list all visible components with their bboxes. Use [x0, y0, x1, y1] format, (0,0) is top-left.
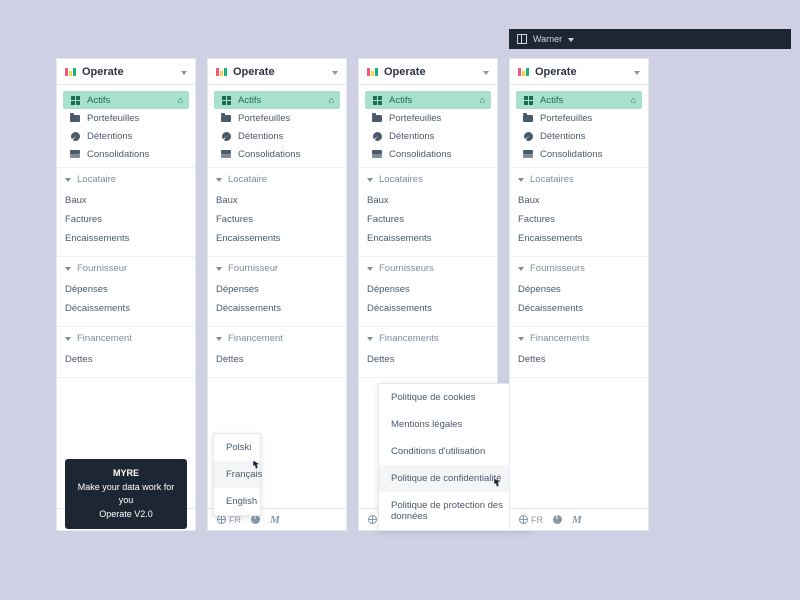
panel-footer: FR M: [510, 508, 648, 530]
row-encaissements[interactable]: Encaissements: [65, 229, 187, 248]
nav-label: Détentions: [87, 131, 132, 142]
section-header[interactable]: Fournisseur: [65, 263, 187, 274]
section-financement: Financement Dettes: [57, 327, 195, 378]
legal-option[interactable]: Conditions d'utilisation: [379, 438, 529, 465]
nav-item-detentions[interactable]: Détentions: [214, 127, 340, 145]
panel-header[interactable]: Operate: [57, 59, 195, 85]
workspace-name[interactable]: Warner: [533, 34, 562, 44]
chevron-down-icon[interactable]: [568, 34, 574, 44]
legal-option[interactable]: Mentions légales: [379, 411, 529, 438]
app-logo-icon: [65, 68, 76, 76]
nav-item-portefeuilles[interactable]: Portefeuilles: [63, 109, 189, 127]
chevron-down-icon[interactable]: [332, 66, 338, 78]
tooltip-line: Make your data work for you: [75, 481, 177, 508]
sidebar-panel-4: Operate Actifs⌂ Portefeuilles Détentions…: [509, 58, 649, 531]
chevron-down-icon: [65, 334, 71, 343]
brand-mark[interactable]: M: [569, 512, 585, 528]
brand-tooltip: MYRE Make your data work for you Operate…: [65, 459, 187, 529]
section-header[interactable]: Locataire: [65, 174, 187, 185]
nav-item-consolidations[interactable]: Consolidations: [214, 145, 340, 163]
section-fournisseur: Fournisseur Dépenses Décaissements: [57, 257, 195, 327]
primary-nav: Actifs ⌂ Portefeuilles Détentions Consol…: [57, 85, 195, 168]
nav-item-detentions[interactable]: Détentions: [63, 127, 189, 145]
tooltip-title: MYRE: [75, 467, 177, 481]
row-decaissements[interactable]: Décaissements: [65, 299, 187, 318]
legal-menu: Politique de cookies Mentions légales Co…: [378, 383, 530, 531]
home-icon: ⌂: [329, 95, 334, 105]
app-title: Operate: [82, 66, 124, 78]
section-header[interactable]: Financement: [65, 333, 187, 344]
panel-header[interactable]: Operate: [359, 59, 497, 85]
language-menu: Polski Français English: [213, 433, 261, 516]
primary-nav: Actifs⌂ Portefeuilles Détentions Consoli…: [208, 85, 346, 168]
nav-item-portefeuilles[interactable]: Portefeuilles: [214, 109, 340, 127]
tooltip-line: Operate V2.0: [75, 508, 177, 522]
legal-option[interactable]: Politique de protection des données: [379, 492, 529, 530]
app-logo-icon: [216, 68, 227, 76]
row-baux[interactable]: Baux: [65, 191, 187, 210]
row-depenses[interactable]: Dépenses: [65, 280, 187, 299]
chevron-down-icon: [65, 175, 71, 184]
app-title: Operate: [233, 66, 275, 78]
layers-icon: [69, 150, 81, 158]
layout-icon: [517, 34, 527, 44]
nav-item-consolidations[interactable]: Consolidations: [63, 145, 189, 163]
chevron-down-icon: [65, 264, 71, 273]
section-locataire: Locataire Baux Factures Encaissements: [57, 168, 195, 257]
lang-option[interactable]: Français: [214, 461, 260, 488]
lang-option[interactable]: English: [214, 488, 260, 515]
nav-label: Actifs: [87, 95, 110, 106]
nav-label: Portefeuilles: [87, 113, 139, 124]
panel-header[interactable]: Operate: [510, 59, 648, 85]
legal-option[interactable]: Politique de confidentialité: [379, 465, 529, 492]
nav-item-actifs[interactable]: Actifs⌂: [365, 91, 491, 109]
panel-header[interactable]: Operate: [208, 59, 346, 85]
chevron-down-icon[interactable]: [181, 66, 187, 78]
pie-icon: [69, 132, 81, 141]
topbar: Warner: [509, 29, 791, 49]
row-dettes[interactable]: Dettes: [65, 350, 187, 369]
nav-item-actifs[interactable]: Actifs⌂: [214, 91, 340, 109]
brand-mark[interactable]: M: [267, 512, 283, 528]
lang-option[interactable]: Polski: [214, 434, 260, 461]
nav-item-actifs[interactable]: Actifs ⌂: [63, 91, 189, 109]
row-factures[interactable]: Factures: [65, 210, 187, 229]
lang-switcher[interactable]: FR: [516, 513, 546, 527]
nav-item-actifs[interactable]: Actifs⌂: [516, 91, 642, 109]
nav-label: Consolidations: [87, 149, 149, 160]
folder-icon: [69, 115, 81, 122]
legal-option[interactable]: Politique de cookies: [379, 384, 529, 411]
home-icon: ⌂: [178, 95, 183, 105]
grid-icon: [69, 96, 81, 105]
info-button[interactable]: [550, 513, 565, 526]
